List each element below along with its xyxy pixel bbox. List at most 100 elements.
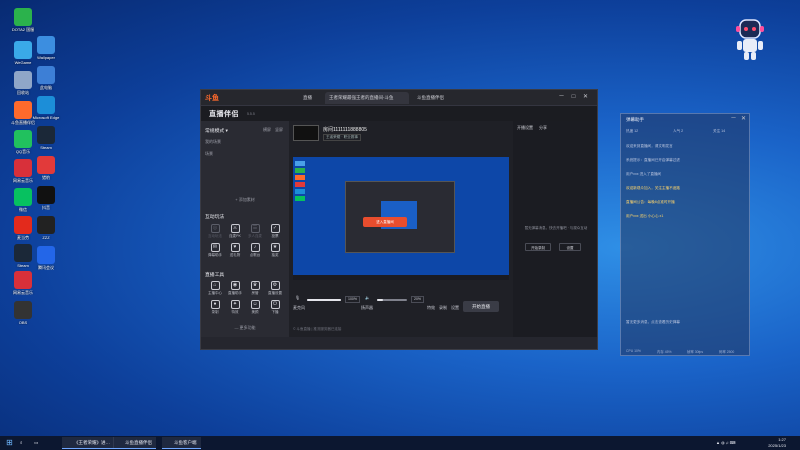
desktop-icon[interactable]: 回收站 (2, 71, 44, 95)
tab-companion[interactable]: 斗鱼直播伴侣 (413, 92, 483, 104)
search-icon[interactable]: ⌕ (20, 437, 23, 449)
tab-portrait[interactable]: 竖屏 (275, 127, 283, 133)
start-button[interactable]: ⊞ (6, 437, 13, 449)
side-tab-heat[interactable]: 热度 12 (626, 129, 656, 134)
record-button[interactable]: 录制 (439, 305, 447, 311)
settings-button[interactable]: 设置 (451, 305, 459, 311)
desktop-icon[interactable]: QQ音乐 (2, 130, 44, 154)
desktop-icon[interactable]: WeGame (2, 41, 44, 65)
app-icon (14, 130, 32, 148)
side-close-icon[interactable]: ✕ (739, 115, 748, 124)
tool-button[interactable]: ✉ 弹幕助手 (205, 243, 225, 258)
tool-label: 投票 (271, 234, 279, 238)
tray-icons[interactable]: ▲ ◍ ♫ ⌨ (716, 437, 736, 449)
stat-fps: 帧率 30fps (687, 350, 704, 354)
close-icon[interactable]: ✕ (581, 93, 590, 102)
tool-icon: ✓ (270, 224, 280, 233)
chat-panel: 开播设置 分享 暂无弹幕消息，快去开播吧 · 与观众互动 开始录制 设置 (513, 121, 597, 337)
desktop-icon[interactable]: Steam (2, 244, 44, 268)
maximize-icon[interactable]: □ (569, 93, 578, 102)
tool-button[interactable]: ★ 抽奖 (265, 243, 285, 258)
tab-blank[interactable] (231, 92, 291, 104)
tab-landscape[interactable]: 横屏 (263, 127, 271, 133)
start-record-button[interactable]: 开始录制 (525, 243, 551, 251)
desktop-icon[interactable]: 微信 (2, 188, 44, 212)
stat-bitrate: 码率 2500 (719, 350, 735, 354)
tool-button[interactable]: ✓ 投票 (265, 224, 285, 239)
stream-preview[interactable]: 进入直播间 (293, 157, 509, 280)
tool-icon: ⏻ (270, 300, 280, 309)
preview-taskbar (293, 275, 509, 280)
desktop-icon-label: 网易云音乐 (13, 178, 33, 183)
chat-settings-button[interactable]: 设置 (559, 243, 581, 251)
tool-button[interactable]: ☺ 美颜 (245, 300, 265, 315)
desktop-icon-label: 麦当劳 (17, 235, 29, 240)
desktop-icon[interactable]: OBS (2, 301, 44, 325)
room-category[interactable]: 王者荣耀 · 职业赛事 (323, 134, 361, 141)
desktop-icon[interactable]: 网易云音乐 (2, 159, 44, 183)
desktop-icon[interactable]: 网易云音乐 (2, 271, 44, 295)
scene-item[interactable]: 场景 (205, 151, 213, 156)
tab-live[interactable]: 直播 (299, 92, 321, 104)
desktop-icon[interactable]: 麦当劳 (2, 216, 44, 240)
taskbar-task-client[interactable]: 斗鱼客户端 (162, 437, 201, 449)
tool-button[interactable]: ● 录制 (205, 300, 225, 315)
tool-button[interactable]: ⌂ 主播中心 (205, 281, 225, 296)
tool-button[interactable]: ♥ 送礼物 (225, 243, 245, 258)
tool-icon: ♛ (250, 281, 260, 290)
tool-label: 点歌台 (249, 253, 261, 257)
tool-label: 抽奖 (271, 253, 279, 257)
more-functions-button[interactable]: — 更多功能 (234, 325, 255, 330)
tool-button[interactable]: ♪ 点歌台 (245, 243, 265, 258)
tool-label: 主播中心 (208, 291, 222, 295)
desktop-icon[interactable]: 斗鱼直播伴侣 (2, 101, 44, 125)
tool-button[interactable]: ⏻ 下播 (265, 300, 285, 315)
taskbar-task-game[interactable]: 《王者荣耀》进… (62, 437, 114, 449)
tool-label: 送礼物 (229, 253, 241, 257)
task-view-icon[interactable]: ▭ (34, 437, 38, 449)
scene-mode-select[interactable]: 常规模式 ▾ (205, 129, 228, 134)
taskbar-task-companion[interactable]: 斗鱼直播伴侣 (113, 437, 156, 449)
app-version: 5.5.5 (247, 112, 255, 116)
clock[interactable]: 1:27 2025/1/23 (768, 437, 786, 449)
app-icon (14, 188, 32, 206)
mic-slider[interactable] (307, 299, 341, 301)
app-icon (14, 244, 32, 262)
tool-button[interactable]: ☰ 多人连麦 (245, 224, 265, 239)
douyu-logo: 斗鱼 (205, 95, 219, 102)
tool-button[interactable]: ◎ 互动玩法 (205, 224, 225, 239)
speaker-icon[interactable]: 🔈 (365, 295, 370, 300)
tool-icon: ◎ (210, 224, 220, 233)
go-live-button[interactable]: 开始直播 (463, 301, 499, 312)
side-message-line: 用户xxx 送出 小心心 x1 (626, 214, 664, 218)
scene-list-title: 我的场景 (205, 139, 221, 144)
desktop-icon-label: Steam (17, 263, 29, 268)
side-minimize-icon[interactable]: － (729, 115, 738, 124)
app-icon (14, 216, 32, 234)
speaker-percent: 20% (411, 296, 425, 303)
tool-button[interactable]: ⚙ 直播设置 (265, 281, 285, 296)
tool-button[interactable]: ◉ 直播助手 (225, 281, 245, 296)
speaker-slider[interactable] (377, 299, 407, 301)
share-button[interactable]: 分享 (539, 125, 547, 131)
tool-button[interactable]: ♛ 房管 (245, 281, 265, 296)
side-tab-follow[interactable]: 关注 14 (713, 129, 743, 134)
tab-room[interactable]: 王者荣耀最强王者的直播间-斗鱼 (325, 92, 409, 104)
live-settings-button[interactable]: 开播设置 (517, 125, 533, 131)
side-footer-text: 暂无更多消息，点击查看历史弹幕 (626, 320, 680, 324)
tool-label: 特效 (231, 310, 239, 314)
interactive-section-title: 互动玩法 (205, 215, 225, 220)
desktop-icon[interactable]: DOTA2 国服 (2, 8, 44, 32)
tool-icon: ♪ (250, 243, 260, 252)
tool-button[interactable]: ⚔ 连麦PK (225, 224, 245, 239)
add-material-button[interactable]: + 添加素材 (235, 197, 254, 202)
interactive-tools-grid: ◎ 互动玩法 ⚔ 连麦PK ☰ 多人连麦 ✓ 投票 ✉ 弹幕助手 ♥ 送礼物 ♪ 点歌台 ★ 抽奖 (205, 224, 285, 258)
desktop-icon-label: DOTA2 国服 (11, 27, 35, 32)
side-tab-popularity[interactable]: 人气 2 (673, 129, 703, 134)
mic-icon[interactable]: 🎙 (295, 295, 300, 300)
stat-cpu: CPU 10% (626, 349, 641, 353)
effects-button[interactable]: 特效 (427, 305, 435, 311)
tool-button[interactable]: ✦ 特效 (225, 300, 245, 315)
room-thumbnail (293, 125, 319, 141)
minimize-icon[interactable]: － (557, 93, 566, 102)
